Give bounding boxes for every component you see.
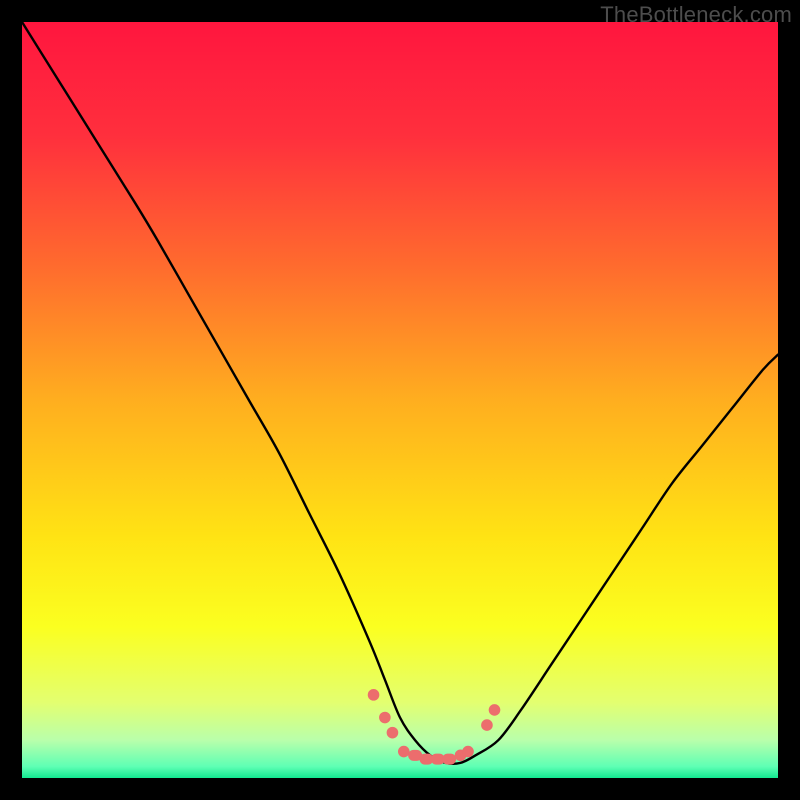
- chart-plot-area: [22, 22, 778, 778]
- marker-dot: [481, 719, 493, 731]
- marker-dot: [462, 746, 474, 758]
- gradient-background: [22, 22, 778, 778]
- marker-dot: [368, 689, 380, 701]
- marker-dot: [398, 746, 410, 758]
- marker-dot: [387, 727, 399, 739]
- marker-dot: [379, 712, 391, 724]
- chart-svg: [22, 22, 778, 778]
- marker-dot: [489, 704, 501, 716]
- watermark-text: TheBottleneck.com: [600, 2, 792, 28]
- marker-pill: [442, 754, 456, 765]
- chart-outer-frame: TheBottleneck.com: [0, 0, 800, 800]
